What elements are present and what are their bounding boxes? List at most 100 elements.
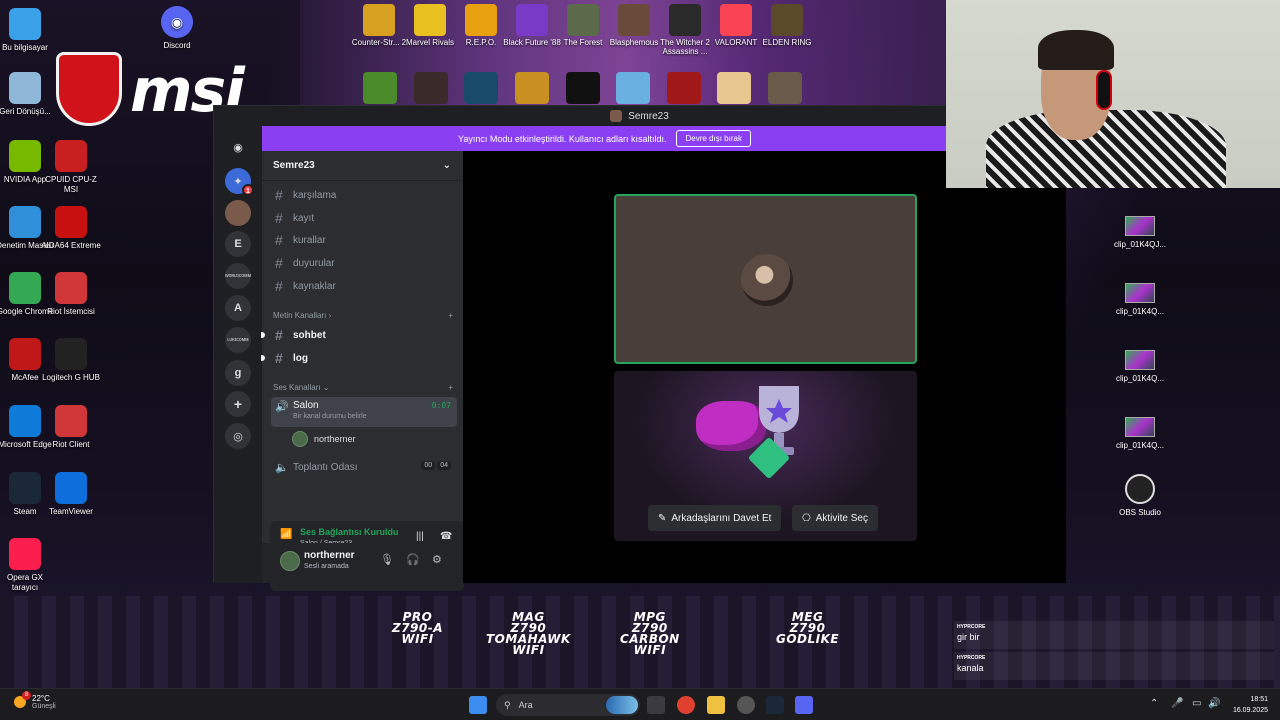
game-shortcut-icon-2[interactable] — [515, 72, 549, 104]
obs-icon — [1125, 474, 1155, 504]
signal-icon[interactable]: 📶 — [280, 529, 294, 541]
voice-participant[interactable]: northerner — [292, 431, 356, 447]
desktop-icon[interactable]: Geri Dönüşü... — [0, 72, 56, 117]
edge-icon — [9, 405, 41, 437]
server-icon-a[interactable]: A — [225, 295, 251, 321]
desktop-icon[interactable]: TeamViewer — [40, 472, 102, 517]
game-shortcut-icon-4[interactable] — [667, 72, 701, 104]
server-icon-semre23[interactable] — [225, 200, 251, 226]
control-panel-icon — [9, 206, 41, 238]
microphone-icon[interactable]: 🎙 — [380, 553, 394, 566]
desktop-clip-1[interactable]: clip_01K4QJ... — [1104, 216, 1176, 249]
desktop-clip-2[interactable]: clip_01K4Q... — [1104, 283, 1176, 316]
server-icon-star[interactable]: ✦ 1 — [225, 168, 254, 196]
steam-taskbar-icon[interactable] — [766, 696, 784, 714]
desktop-icon[interactable]: AIDA64 Extreme — [40, 206, 102, 251]
desktop-icon[interactable]: Riot İstemcisi — [40, 272, 102, 317]
game-shortcut-icon-6[interactable] — [768, 72, 802, 104]
invite-friends-button[interactable]: ✎ Arkadaşlarını Davet Et — [648, 505, 782, 531]
hash-icon: # — [275, 327, 283, 343]
desktop-icon-discord[interactable]: ◉ Discord — [146, 6, 208, 51]
add-server-icon[interactable]: + — [225, 391, 251, 417]
avatar[interactable] — [280, 551, 300, 571]
league-icon[interactable] — [464, 72, 498, 104]
discord-taskbar-icon[interactable] — [795, 696, 813, 714]
copilot-icon[interactable] — [606, 696, 638, 714]
game-icon — [363, 4, 395, 36]
channel-item-sohbet[interactable]: # sohbet — [261, 325, 457, 345]
desktop-icon-obs[interactable]: OBS Studio — [1104, 474, 1176, 517]
voice-channel-salon[interactable]: 🔊 Salon Bir kanal durumu belirle 0:07 — [271, 397, 457, 427]
server-icon-g[interactable]: g — [225, 360, 251, 386]
desktop-clip-4[interactable]: clip_01K4Q... — [1104, 417, 1176, 450]
desktop-icon[interactable]: CPUID CPU-Z MSI — [40, 140, 102, 195]
game-shortcut-icon-5[interactable] — [717, 72, 751, 104]
gear-icon[interactable]: ⚙ — [432, 553, 442, 566]
hash-icon: # — [275, 278, 283, 294]
voice-timer: 0:07 — [431, 401, 451, 410]
channel-item[interactable]: # kaynaklar — [271, 276, 457, 296]
game-shortcut[interactable]: ELDEN RING — [757, 4, 817, 47]
logitech-icon — [55, 338, 87, 370]
desktop-icon[interactable]: Bu bilgisayar — [0, 8, 56, 53]
minecraft-icon[interactable] — [363, 72, 397, 104]
discord-home-icon[interactable]: ◉ — [225, 134, 251, 160]
disable-streamer-mode-button[interactable]: Devre dışı bırak — [676, 130, 751, 147]
game-icon — [414, 4, 446, 36]
game-icon — [720, 4, 752, 36]
channel-item[interactable]: # kurallar — [271, 230, 457, 250]
channel-item[interactable]: # duyurular — [271, 253, 457, 273]
riot-client-icon — [55, 405, 87, 437]
file-explorer-icon[interactable] — [707, 696, 725, 714]
task-view-icon[interactable] — [647, 696, 665, 714]
desktop-icon[interactable]: Logitech G HUB — [40, 338, 102, 383]
batman-icon[interactable] — [566, 72, 600, 104]
chrome-icon — [9, 272, 41, 304]
server-icon-worldcomm[interactable]: ᴡᴏʀʟᴅᴄᴏᴍᴍ — [225, 263, 251, 289]
game-shortcut-icon-3[interactable] — [616, 72, 650, 104]
weather-badge: 8 — [22, 691, 31, 700]
game-icon — [516, 4, 548, 36]
discover-icon[interactable]: ◎ — [225, 423, 251, 449]
game-shortcut-icon[interactable] — [414, 72, 448, 104]
add-channel-icon[interactable]: + — [448, 311, 453, 320]
board-label-tomahawk: MAG Z790 TOMAHAWK WIFI — [486, 610, 571, 657]
channel-status[interactable]: Bir kanal durumu belirle — [293, 413, 367, 420]
server-icon-e[interactable]: E — [225, 231, 251, 257]
participant-avatar — [741, 254, 793, 306]
channel-item[interactable]: # kayıt — [271, 208, 457, 228]
choose-activity-button[interactable]: ⎔ Aktivite Seç — [792, 505, 878, 531]
channel-item[interactable]: # karşılama — [271, 185, 457, 205]
msi-shield-logo — [56, 52, 122, 126]
search-icon: ⚲ — [504, 699, 511, 710]
volume-icon[interactable]: 🔊 — [1208, 698, 1220, 709]
voice-channel-toplanti[interactable]: 🔈 Toplantı Odası 00 04 — [271, 457, 457, 477]
server-icon-lukicomm[interactable]: ʟᴜᴋɪᴄᴏᴍᴍ — [225, 327, 251, 353]
taskbar-clock[interactable]: 18:51 16.09.2025 — [1233, 694, 1268, 716]
chevron-up-icon[interactable]: ⌃ — [1150, 698, 1158, 709]
windows-start-icon[interactable] — [469, 696, 487, 714]
disconnect-icon[interactable]: ☎ — [440, 531, 452, 542]
chrome-taskbar-icon[interactable] — [677, 696, 695, 714]
noise-suppression-icon[interactable]: ||| — [416, 531, 424, 542]
category-voice-channels[interactable]: Ses Kanalları ⌄ + — [273, 383, 453, 392]
participant-tile[interactable] — [614, 194, 917, 364]
server-header[interactable]: Semre23 ⌄ — [262, 151, 463, 181]
add-channel-icon[interactable]: + — [448, 383, 453, 392]
hash-icon: # — [275, 255, 283, 271]
channel-item-log[interactable]: # log — [261, 348, 457, 368]
headphones-icon[interactable]: 🎧 — [406, 553, 420, 566]
webcam-person-shirt — [986, 110, 1226, 188]
chat-message: HYPRCORE gir bir — [954, 621, 1274, 649]
desktop-icon[interactable]: Opera GX tarayıcı — [0, 538, 56, 593]
cpuz-icon — [55, 140, 87, 172]
category-text-channels[interactable]: Metin Kanalları › + — [273, 311, 453, 320]
hash-icon: # — [275, 210, 283, 226]
network-icon[interactable]: ▭ — [1192, 698, 1201, 709]
microphone-tray-icon[interactable]: 🎤 — [1171, 698, 1183, 709]
desktop-icon[interactable]: Riot Client — [40, 405, 102, 450]
weather-widget[interactable]: 22°C Güneşli 8 — [14, 691, 56, 710]
game-launcher-icon[interactable] — [737, 696, 755, 714]
desktop-clip-3[interactable]: clip_01K4Q... — [1104, 350, 1176, 383]
discord-titlebar[interactable]: Semre23 ▢ — [214, 106, 1065, 126]
